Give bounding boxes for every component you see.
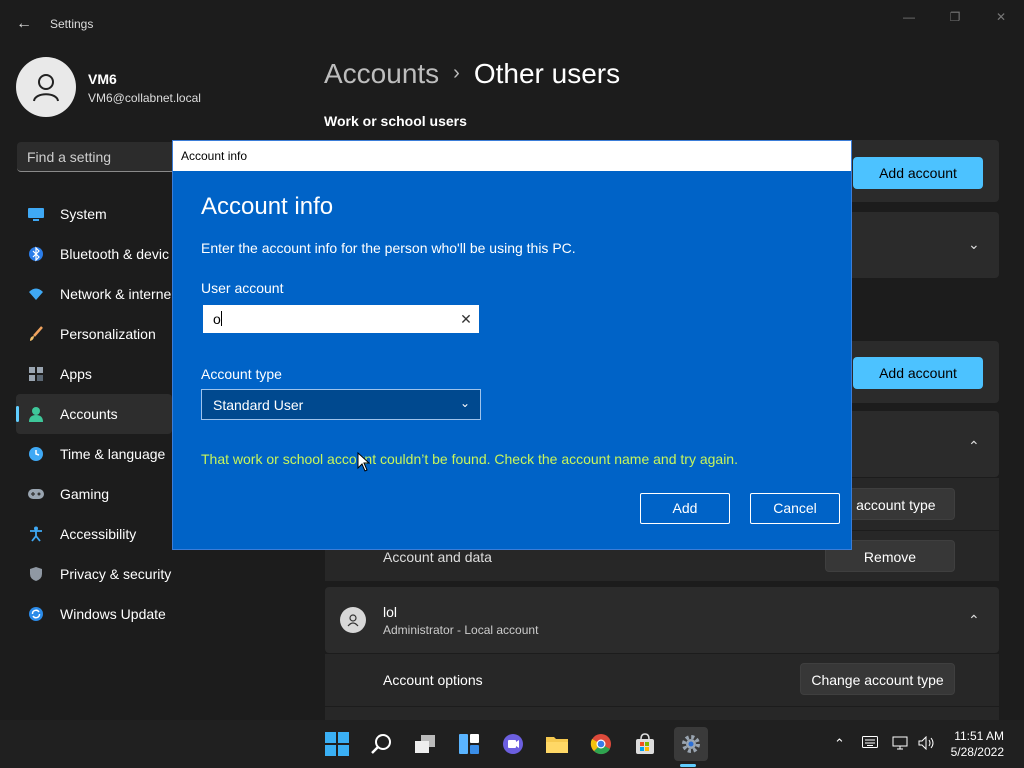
brush-icon — [28, 326, 44, 342]
account-info-dialog: Account info Account info Enter the acco… — [172, 140, 852, 550]
profile-email: VM6@collabnet.local — [88, 91, 201, 105]
chevron-up-icon[interactable]: ⌃ — [968, 612, 980, 629]
page-title: Other users — [473, 58, 621, 89]
sidebar-item-network[interactable]: Network & interne — [16, 274, 172, 314]
account-and-data-label: Account and data — [383, 549, 492, 565]
volume-icon[interactable] — [918, 735, 936, 753]
accounts-icon — [28, 406, 44, 422]
clear-icon[interactable]: ✕ — [457, 309, 475, 329]
store-icon[interactable] — [631, 730, 659, 758]
account-options-label: Account options — [383, 672, 483, 688]
bluetooth-icon — [28, 246, 44, 262]
back-button[interactable]: ← — [14, 14, 34, 34]
maximize-button[interactable]: ❐ — [940, 8, 970, 26]
chevron-down-icon[interactable]: ⌄ — [968, 236, 980, 253]
sidebar-item-bluetooth[interactable]: Bluetooth & devic — [16, 234, 172, 274]
sidebar-nav: System Bluetooth & devic Network & inter… — [16, 194, 172, 634]
widgets-icon[interactable] — [455, 730, 483, 758]
minimize-button[interactable]: — — [894, 8, 924, 26]
title-bar: ← Settings — ❐ ✕ — [0, 0, 1024, 48]
sidebar-item-label: Accounts — [60, 406, 118, 422]
sidebar-item-label: Gaming — [60, 486, 110, 502]
chrome-icon[interactable] — [587, 730, 615, 758]
sidebar-item-label: Bluetooth & devic — [60, 246, 169, 262]
network-icon — [28, 286, 44, 302]
clock[interactable]: 11:51 AM 5/28/2022 — [951, 728, 1004, 760]
close-button[interactable]: ✕ — [986, 8, 1016, 26]
teams-chat-icon[interactable] — [499, 730, 527, 758]
network-status-icon[interactable] — [892, 736, 910, 753]
clock-time: 11:51 AM — [954, 729, 1004, 743]
start-icon[interactable] — [323, 730, 351, 758]
profile-avatar — [16, 57, 76, 117]
clock-date: 5/28/2022 — [950, 745, 1004, 759]
person-icon — [33, 74, 59, 102]
user-account-value: o — [213, 311, 221, 327]
sidebar-item-label: Personalization — [60, 326, 156, 342]
sidebar-item-apps[interactable]: Apps — [16, 354, 172, 394]
user-subtitle: Administrator - Local account — [383, 623, 539, 637]
add-other-user-button[interactable]: Add account — [853, 357, 983, 389]
user-name: lol — [383, 604, 398, 620]
task-view-icon[interactable] — [411, 730, 439, 758]
chevron-down-icon: ⌄ — [459, 396, 470, 410]
account-data-row — [325, 707, 999, 720]
user-avatar — [340, 607, 366, 633]
sidebar-item-system[interactable]: System — [16, 194, 172, 234]
breadcrumb: Accounts › Other users — [324, 58, 620, 90]
clock-icon — [28, 446, 44, 462]
search-input[interactable]: Find a setting — [17, 142, 177, 172]
app-title: Settings — [50, 17, 94, 31]
system-icon — [28, 206, 44, 222]
sidebar-item-label: Apps — [60, 366, 92, 382]
chevron-up-icon[interactable]: ⌃ — [968, 438, 980, 455]
sidebar-item-label: Windows Update — [60, 606, 166, 622]
account-type-label: Account type — [201, 366, 282, 382]
file-explorer-icon[interactable] — [543, 730, 571, 758]
sidebar-item-label: System — [60, 206, 107, 222]
profile-name: VM6 — [88, 71, 117, 87]
add-button[interactable]: Add — [640, 493, 730, 524]
add-work-account-button[interactable]: Add account — [853, 157, 983, 189]
gamepad-icon — [28, 486, 44, 502]
sidebar-item-label: Accessibility — [60, 526, 137, 542]
person-icon — [347, 614, 359, 627]
breadcrumb-parent[interactable]: Accounts — [324, 58, 439, 89]
user-account-label: User account — [201, 280, 284, 296]
sidebar-item-label: Network & interne — [60, 286, 172, 302]
dialog-description: Enter the account info for the person wh… — [201, 240, 576, 256]
settings-gear-icon[interactable] — [674, 727, 708, 761]
sidebar-item-windows-update[interactable]: Windows Update — [16, 594, 172, 634]
cancel-button[interactable]: Cancel — [750, 493, 840, 524]
keyboard-icon[interactable] — [862, 736, 878, 751]
chevron-right-icon: › — [453, 62, 460, 84]
user-account-input[interactable]: o — [203, 305, 479, 333]
sidebar-item-accessibility[interactable]: Accessibility — [16, 514, 172, 554]
active-app-indicator — [680, 764, 696, 767]
sidebar-item-privacy[interactable]: Privacy & security — [16, 554, 172, 594]
section-title-work: Work or school users — [324, 113, 467, 129]
user-row-lol[interactable] — [325, 587, 999, 653]
sidebar-item-time-language[interactable]: Time & language — [16, 434, 172, 474]
accessibility-icon — [28, 526, 44, 542]
dialog-title-bar: Account info — [173, 141, 851, 171]
chevron-up-icon[interactable]: ⌃ — [834, 736, 845, 752]
account-type-value: Standard User — [213, 397, 304, 413]
sidebar-item-gaming[interactable]: Gaming — [16, 474, 172, 514]
update-icon — [28, 606, 44, 622]
search-icon[interactable] — [367, 730, 395, 758]
dialog-heading: Account info — [201, 193, 334, 220]
taskbar: ⌃ 11:51 AM 5/28/2022 — [0, 720, 1024, 768]
error-message: That work or school account couldn’t be … — [201, 451, 738, 467]
apps-icon — [28, 366, 44, 382]
sidebar-item-accounts[interactable]: Accounts — [16, 394, 172, 434]
sidebar-item-label: Privacy & security — [60, 566, 172, 582]
shield-icon — [28, 566, 44, 582]
change-account-type-button[interactable]: Change account type — [800, 663, 955, 695]
sidebar-item-label: Time & language — [60, 446, 166, 462]
account-type-select[interactable]: Standard User ⌄ — [201, 389, 481, 420]
text-caret — [220, 311, 222, 326]
mouse-cursor-icon — [357, 452, 371, 472]
sidebar-item-personalization[interactable]: Personalization — [16, 314, 172, 354]
